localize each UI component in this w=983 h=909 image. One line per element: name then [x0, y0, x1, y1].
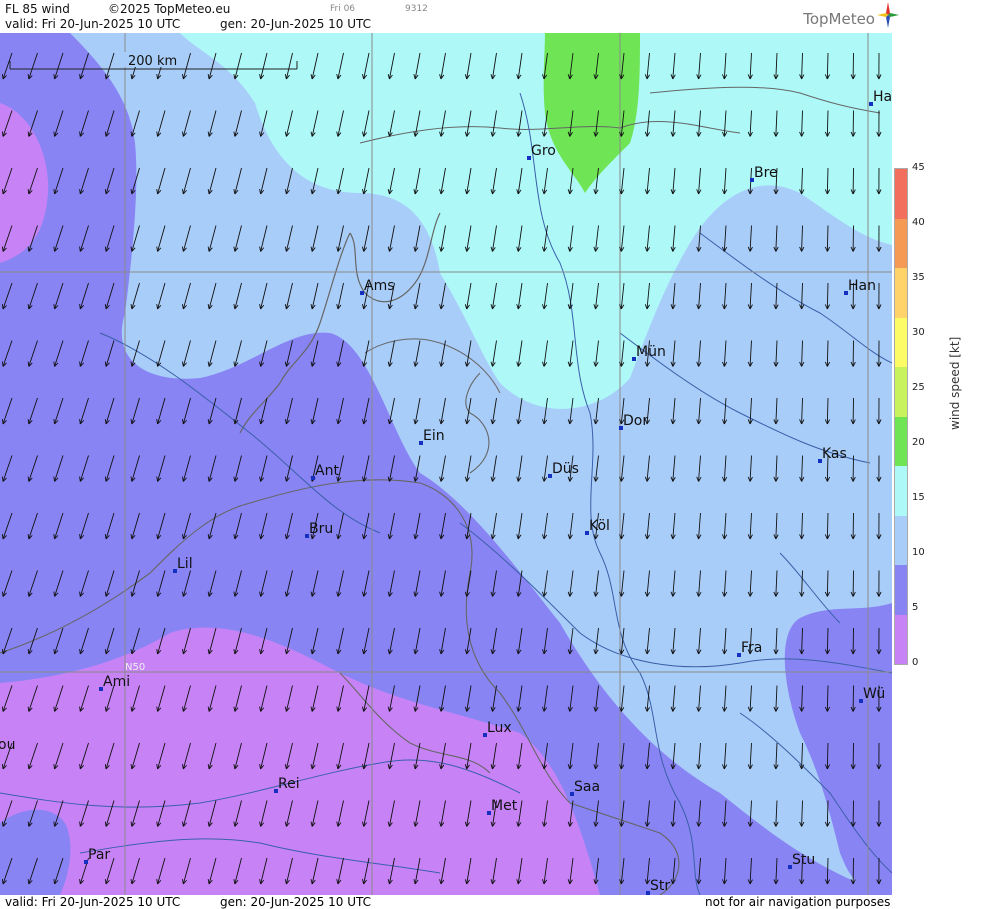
- run-code: Fri 06: [330, 4, 356, 14]
- city-label: Düs: [552, 461, 579, 477]
- city-label: Bru: [309, 521, 333, 537]
- city-label: Rei: [278, 776, 300, 792]
- city-label: Str: [650, 878, 670, 894]
- city-ami: Ami: [99, 674, 130, 691]
- city-label: Wü: [863, 686, 885, 702]
- city-ein: Ein: [419, 428, 445, 445]
- legend-swatch: [895, 218, 907, 268]
- footer-disclaimer: not for air navigation purposes: [705, 895, 891, 909]
- city-bre: Bre: [750, 165, 778, 182]
- city-label: Dor: [623, 413, 648, 429]
- footer-generated-time: gen: 20-Jun-2025 10 UTC: [220, 895, 372, 909]
- map-title: FL 85 wind: [5, 2, 70, 16]
- city-köl: Köl: [585, 518, 610, 535]
- legend-swatch: [895, 169, 907, 219]
- wind-zone-5-10-sw: [0, 809, 71, 895]
- city-label: Fra: [741, 640, 762, 656]
- city-gro: Gro: [527, 143, 556, 160]
- city-label: Stu: [792, 852, 815, 868]
- copyright-text: ©2025 TopMeteo.eu: [108, 2, 231, 16]
- city-label: Kas: [822, 446, 847, 462]
- city-han: Han: [844, 278, 876, 295]
- legend-swatch: [895, 367, 907, 417]
- brand-text: TopMeteo: [803, 10, 875, 28]
- product-code: 9312: [405, 4, 428, 14]
- city-ant: Ant: [311, 463, 339, 480]
- city-label: Par: [88, 847, 110, 863]
- city-dor: Dor: [619, 413, 648, 430]
- city-label: Met: [491, 798, 518, 814]
- city-stu: Stu: [788, 852, 815, 869]
- legend-swatch: [895, 565, 907, 615]
- valid-time: valid: Fri 20-Jun-2025 10 UTC: [5, 17, 181, 31]
- legend-tick-label: 25: [912, 382, 925, 393]
- footer-valid-time: valid: Fri 20-Jun-2025 10 UTC: [5, 895, 181, 909]
- legend-swatch: [895, 416, 907, 466]
- legend-tick-label: 40: [912, 217, 925, 228]
- city-mün: Mün: [632, 344, 666, 361]
- city-bru: Bru: [305, 521, 333, 538]
- city-label: Ein: [423, 428, 445, 444]
- city-rei: Rei: [274, 776, 300, 793]
- legend-tick-label: 0: [912, 657, 919, 668]
- city-str: Str: [646, 878, 670, 895]
- wind-speed-legend: 45 40 35 30 25 20 15 10 5 0: [894, 162, 925, 668]
- city-label: ou: [0, 737, 15, 753]
- legend-swatch: [895, 268, 907, 318]
- legend-tick-label: 35: [912, 272, 925, 283]
- legend-swatch: [895, 466, 907, 516]
- city-lux: Lux: [483, 720, 512, 737]
- city-kas: Kas: [818, 446, 847, 463]
- topmeteo-logo: TopMeteo: [803, 2, 899, 28]
- legend-tick-label: 30: [912, 327, 925, 338]
- legend-tick-label: 45: [912, 162, 925, 173]
- footer: valid: Fri 20-Jun-2025 10 UTC gen: 20-Ju…: [0, 895, 892, 909]
- city-label: Gro: [531, 143, 556, 159]
- generated-time: gen: 20-Jun-2025 10 UTC: [220, 17, 372, 31]
- city-par: Par: [84, 847, 110, 864]
- compass-star-icon: [877, 2, 899, 28]
- city-label: Ami: [103, 674, 130, 690]
- city-label: Mün: [636, 344, 666, 360]
- legend-tick-label: 20: [912, 437, 925, 448]
- city-label: Saa: [574, 779, 600, 795]
- city-label: Ams: [364, 278, 395, 294]
- legend-swatch: [895, 614, 907, 664]
- legend-title: wind speed [kt]: [948, 336, 962, 430]
- city-label: Han: [848, 278, 876, 294]
- legend-tick-label: 10: [912, 547, 925, 558]
- scale-label: 200 km: [128, 54, 177, 69]
- city-wü: Wü: [859, 686, 885, 703]
- legend-swatch: [895, 317, 907, 367]
- legend-color-bar: [894, 168, 908, 665]
- wind-map[interactable]: Ha Gro Bre Ams Han Mün Dor Ein Düs Kas Ant Bru Köl Li…: [0, 33, 892, 895]
- legend-swatch: [895, 515, 907, 565]
- city-label: Bre: [754, 165, 778, 181]
- legend-tick-label: 15: [912, 492, 925, 503]
- legend-tick-label: 5: [912, 602, 919, 613]
- city-met: Met: [487, 798, 518, 815]
- city-fra: Fra: [737, 640, 762, 657]
- city-label: Ant: [315, 463, 339, 479]
- city-düs: Düs: [548, 461, 579, 478]
- city-label: Ha: [873, 89, 892, 105]
- city-saa: Saa: [570, 779, 600, 796]
- city-label: Lil: [177, 556, 193, 572]
- city-label: Lux: [487, 720, 512, 736]
- city-ams: Ams: [360, 278, 395, 295]
- city-label: Köl: [589, 518, 610, 534]
- latitude-label: N50: [125, 662, 145, 673]
- city-ou: ou: [0, 737, 15, 753]
- city-ha: Ha: [869, 89, 892, 106]
